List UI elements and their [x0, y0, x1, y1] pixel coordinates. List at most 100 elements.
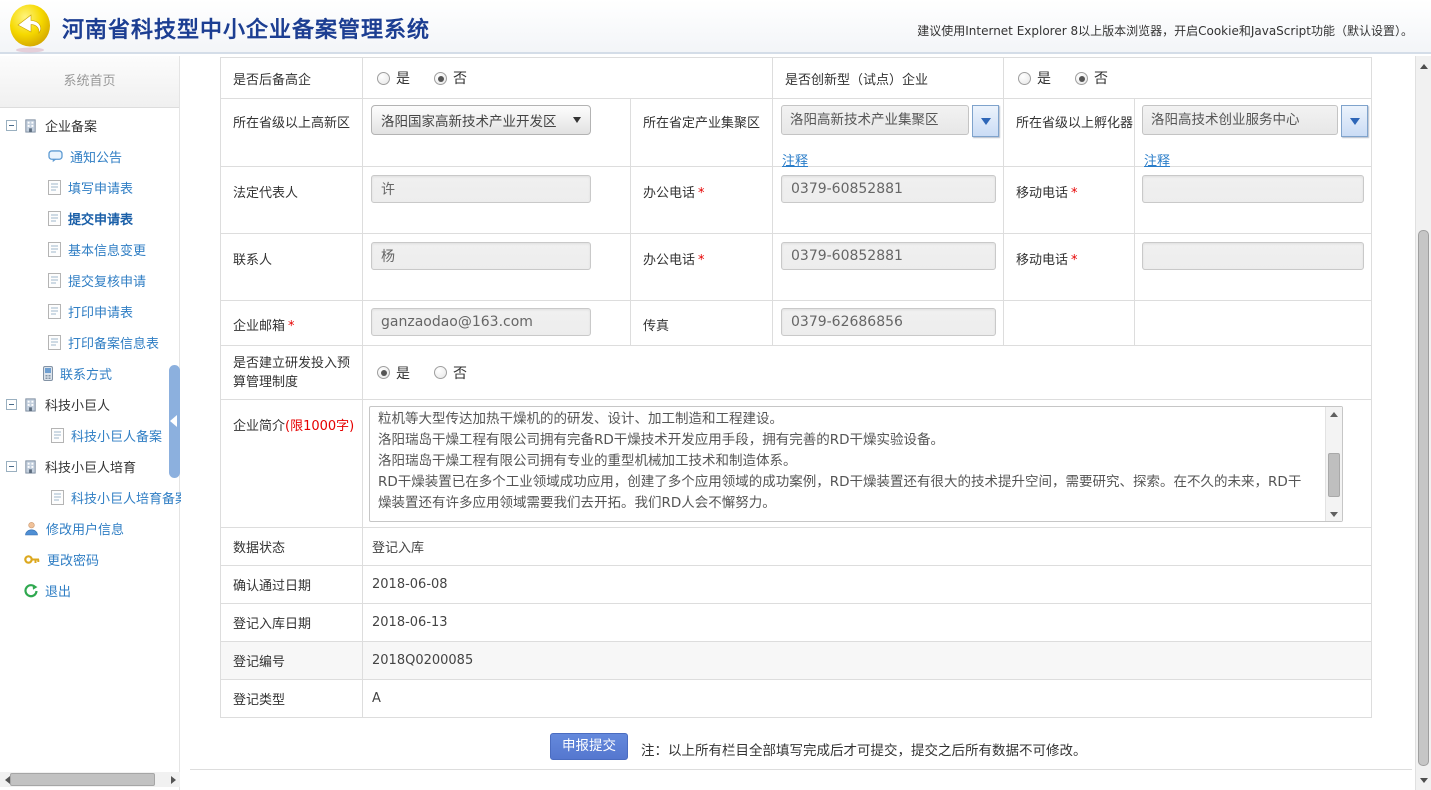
page-vertical-scrollbar[interactable]	[1415, 56, 1431, 790]
office-phone-input[interactable]	[781, 175, 996, 203]
document-icon	[48, 273, 61, 288]
collapse-minus-icon[interactable]	[6, 399, 17, 410]
radio-label: 是	[396, 68, 410, 88]
scroll-down-arrow[interactable]	[1326, 507, 1342, 521]
sidebar-item-print-record[interactable]: 打印备案信息表	[0, 327, 179, 358]
company-profile-textarea[interactable]: 粒机等大型传达加热干燥机的的研发、设计、加工制造和工程建设。 洛阳瑞岛干燥工程有…	[369, 406, 1343, 522]
row-rd-budget: 是否建立研发投入预算管理制度 是 否	[221, 345, 1371, 399]
app-title: 河南省科技型中小企业备案管理系统	[62, 12, 430, 44]
field-label: 所在省级以上高新区	[233, 99, 362, 131]
sidebar-item-change-password[interactable]: 更改密码	[0, 544, 179, 575]
field-label: 确认通过日期	[233, 575, 311, 594]
row-legal-representative: 法定代表人 办公电话* 移动电话*	[221, 166, 1371, 233]
collapse-minus-icon[interactable]	[6, 120, 17, 131]
collapse-minus-icon[interactable]	[6, 461, 17, 472]
required-mark: *	[698, 186, 705, 201]
sidebar-item-logout[interactable]: 退出	[0, 575, 179, 606]
sidebar-collapse-handle[interactable]	[169, 365, 180, 478]
mobile-phone-input[interactable]	[1142, 242, 1364, 270]
phone-icon	[43, 366, 53, 381]
radio-label: 是	[1037, 68, 1051, 88]
radio-label: 否	[1094, 68, 1108, 88]
radio-reserve-no[interactable]	[434, 72, 447, 85]
sidebar-item-basic-change[interactable]: 基本信息变更	[0, 234, 179, 265]
dropdown-arrow-icon	[1350, 118, 1360, 125]
document-icon	[48, 335, 61, 350]
combo-dropdown-button[interactable]	[1341, 105, 1368, 137]
key-icon	[24, 553, 40, 566]
register-date-value: 2018-06-13	[363, 615, 448, 630]
scrollbar-thumb[interactable]	[1328, 453, 1340, 497]
submit-button[interactable]: 申报提交	[550, 733, 628, 760]
contact-person-input[interactable]	[371, 242, 591, 270]
confirm-date-value: 2018-06-08	[363, 577, 448, 592]
mobile-phone-input[interactable]	[1142, 175, 1364, 203]
scrollbar-thumb[interactable]	[10, 773, 155, 786]
sidebar-item-review-request[interactable]: 提交复核申请	[0, 265, 179, 296]
sidebar-item-edit-user[interactable]: 修改用户信息	[0, 513, 179, 544]
sidebar-item-tech-giant-cultivate-record[interactable]: 科技小巨人培育备案	[0, 482, 179, 513]
radio-label: 是	[396, 363, 410, 383]
radio-label: 否	[453, 363, 467, 383]
sidebar-item-notice[interactable]: 通知公告	[0, 141, 179, 172]
logout-icon	[24, 584, 38, 598]
dropdown-arrow-icon	[981, 118, 991, 125]
sidebar-item-fill-form[interactable]: 填写申请表	[0, 172, 179, 203]
field-label: 登记编号	[233, 651, 285, 670]
combo-value[interactable]: 洛阳高技术创业服务中心	[1142, 105, 1338, 135]
submit-note: 注：以上所有栏目全部填写完成后才可提交，提交之后所有数据不可修改。	[641, 739, 1087, 759]
field-label: 企业邮箱	[233, 319, 285, 334]
radio-innovative-yes[interactable]	[1018, 72, 1031, 85]
sidebar-item-tech-giant-record[interactable]: 科技小巨人备案	[0, 420, 179, 451]
required-mark: *	[288, 319, 295, 334]
office-phone-input[interactable]	[781, 242, 996, 270]
app-header: 河南省科技型中小企业备案管理系统 建议使用Internet Explorer 8…	[0, 0, 1431, 54]
field-label: 联系人	[233, 234, 362, 268]
data-status-value: 登记入库	[363, 537, 424, 556]
fax-input[interactable]	[781, 308, 996, 336]
field-label: 法定代表人	[233, 167, 362, 201]
sidebar-horizontal-scrollbar[interactable]	[0, 772, 180, 787]
field-label: 登记入库日期	[233, 613, 311, 632]
field-label: 传真	[643, 301, 772, 334]
form-area: 是否后备高企 是 否 是否创新型（试点）企业 是 否 所在省级以上高新区 洛阳国…	[181, 56, 1415, 790]
select-value: 洛阳国家高新技术产业开发区	[381, 110, 557, 130]
combo-value[interactable]: 洛阳高新技术产业集聚区	[781, 105, 969, 135]
scrollbar-thumb[interactable]	[1418, 230, 1429, 766]
combo-dropdown-button[interactable]	[972, 105, 999, 137]
company-email-input[interactable]	[371, 308, 591, 336]
sidebar-item-print-form[interactable]: 打印申请表	[0, 296, 179, 327]
field-label: 办公电话	[643, 186, 695, 201]
radio-budget-yes[interactable]	[377, 366, 390, 379]
hightech-zone-select[interactable]: 洛阳国家高新技术产业开发区	[371, 105, 591, 135]
sidebar-item-tech-giant-cultivate[interactable]: 科技小巨人培育	[0, 451, 179, 482]
field-label: 企业简介	[233, 419, 285, 434]
scroll-down-arrow[interactable]	[1416, 772, 1431, 788]
incubator-combo: 洛阳高技术创业服务中心	[1142, 105, 1371, 137]
legal-representative-input[interactable]	[371, 175, 591, 203]
field-label: 是否建立研发投入预算管理制度	[233, 354, 362, 392]
document-icon	[48, 242, 61, 257]
scroll-up-arrow[interactable]	[1416, 58, 1431, 74]
sidebar-item-enterprise-record[interactable]: 企业备案	[0, 110, 179, 141]
application-form-table: 是否后备高企 是 否 是否创新型（试点）企业 是 否 所在省级以上高新区 洛阳国…	[220, 57, 1372, 718]
register-type-value: A	[363, 691, 381, 706]
scroll-up-arrow[interactable]	[1326, 407, 1342, 421]
radio-budget-no[interactable]	[434, 366, 447, 379]
row-zones: 所在省级以上高新区 洛阳国家高新技术产业开发区 所在省定产业集聚区 洛阳高新技术…	[221, 98, 1371, 166]
radio-reserve-yes[interactable]	[377, 72, 390, 85]
industry-cluster-combo: 洛阳高新技术产业集聚区	[781, 105, 1003, 137]
building-icon	[23, 459, 38, 474]
radio-label: 否	[453, 68, 467, 88]
app-logo-icon	[8, 3, 54, 53]
sidebar-item-submit-form[interactable]: 提交申请表	[0, 203, 179, 234]
textarea-scrollbar[interactable]	[1325, 407, 1342, 521]
company-profile-text[interactable]: 粒机等大型传达加热干燥机的的研发、设计、加工制造和工程建设。 洛阳瑞岛干燥工程有…	[370, 407, 1342, 521]
scroll-right-arrow[interactable]	[166, 772, 180, 787]
radio-innovative-no[interactable]	[1075, 72, 1088, 85]
sidebar-home-link[interactable]: 系统首页	[0, 56, 179, 108]
sidebar-item-contact-info[interactable]: 联系方式	[0, 358, 179, 389]
sidebar-item-tech-giant[interactable]: 科技小巨人	[0, 389, 179, 420]
user-icon	[24, 521, 39, 536]
row-contact-person: 联系人 办公电话* 移动电话*	[221, 233, 1371, 300]
